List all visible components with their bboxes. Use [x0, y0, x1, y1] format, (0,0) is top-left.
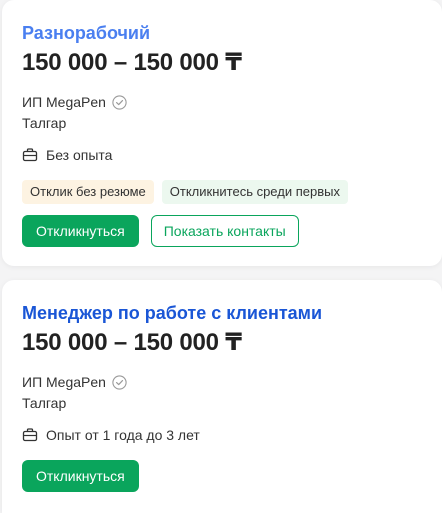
- company-row: ИП MegaPen: [22, 92, 422, 112]
- vacancy-experience: Опыт от 1 года до 3 лет: [46, 427, 200, 443]
- vacancy-experience: Без опыта: [46, 147, 113, 163]
- vacancy-salary: 150 000 – 150 000 ₸: [22, 49, 242, 76]
- vacancy-actions: Откликнуться: [22, 460, 422, 492]
- vacancy-city: Талгар: [22, 395, 67, 411]
- experience-row: Без опыта: [22, 145, 422, 165]
- experience-row: Опыт от 1 года до 3 лет: [22, 425, 422, 445]
- company-row: ИП MegaPen: [22, 372, 422, 392]
- vacancy-salary: 150 000 – 150 000 ₸: [22, 329, 242, 356]
- company-name-link[interactable]: ИП MegaPen: [22, 94, 106, 110]
- respond-button[interactable]: Откликнуться: [22, 215, 139, 247]
- vacancy-title-link[interactable]: Разнорабочий: [22, 22, 422, 44]
- tag-no-resume: Отклик без резюме: [22, 180, 154, 204]
- vacancy-tags: Отклик без резюме Откликнитесь среди пер…: [22, 180, 422, 204]
- vacancy-card: Менеджер по работе с клиентами 150 000 –…: [2, 280, 442, 513]
- verified-check-icon: [112, 374, 127, 390]
- vacancy-city: Талгар: [22, 115, 67, 131]
- verified-check-icon: [112, 94, 127, 110]
- briefcase-icon: [22, 427, 38, 443]
- vacancy-card: Разнорабочий 150 000 – 150 000 ₸ ИП Mega…: [2, 0, 442, 266]
- tag-be-first: Откликнитесь среди первых: [161, 180, 348, 204]
- show-contacts-button[interactable]: Показать контакты: [150, 215, 299, 247]
- company-name-link[interactable]: ИП MegaPen: [22, 374, 106, 390]
- vacancy-actions: Откликнуться Показать контакты: [22, 215, 422, 247]
- briefcase-icon: [22, 147, 38, 163]
- vacancy-title-link[interactable]: Менеджер по работе с клиентами: [22, 302, 422, 324]
- respond-button[interactable]: Откликнуться: [22, 460, 139, 492]
- vacancy-feed: Разнорабочий 150 000 – 150 000 ₸ ИП Mega…: [0, 0, 442, 513]
